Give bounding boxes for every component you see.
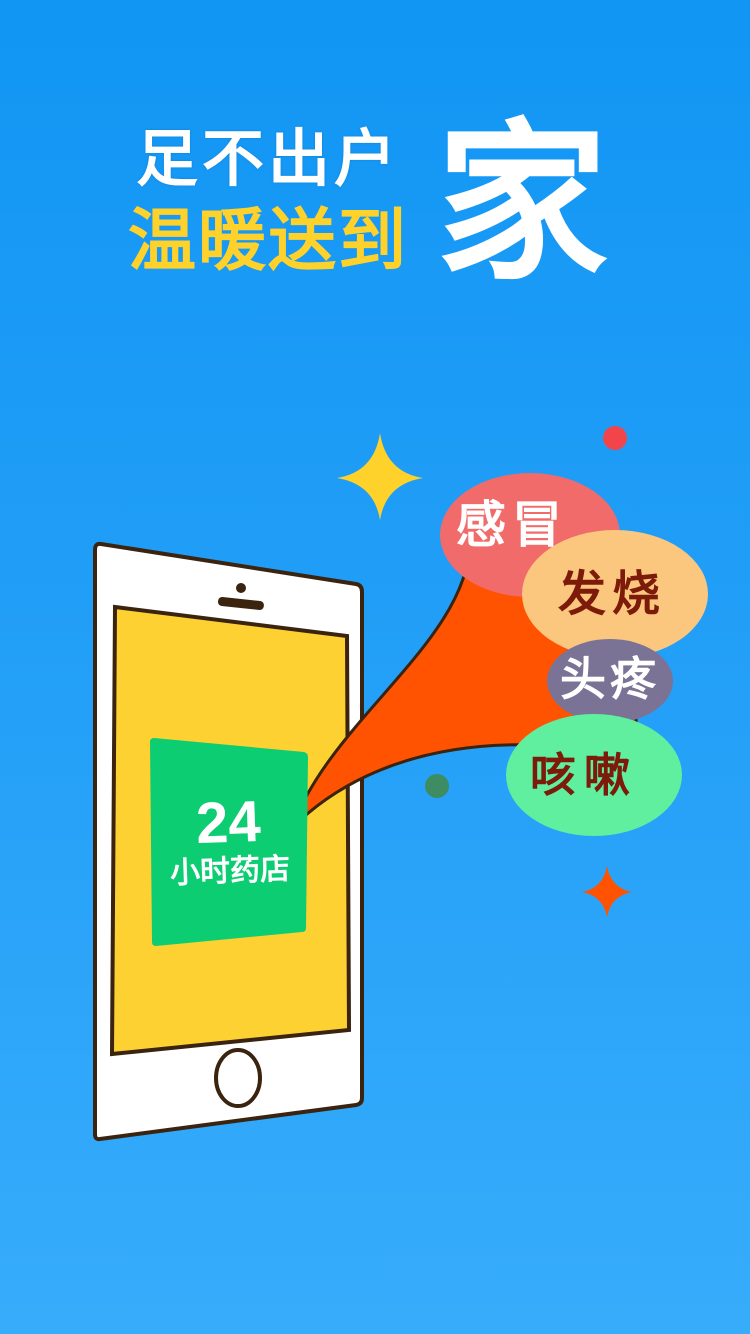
green-dot [425,774,449,798]
bubble-label-cold: 感冒 [456,495,568,554]
phone-home-button-icon [214,1048,262,1108]
pharmacy-badge: 24 小时药店 [147,735,310,945]
bubble-label-headache: 头疼 [560,652,660,706]
bubble-label-cough: 咳嗽 [530,748,638,802]
orange-star-icon [582,866,632,917]
bubble-label-fever: 发烧 [558,566,667,622]
badge-number: 24 [194,788,262,857]
badge-label: 小时药店 [169,852,291,891]
sparkle-star-icon [337,433,423,520]
red-dot [603,426,627,450]
